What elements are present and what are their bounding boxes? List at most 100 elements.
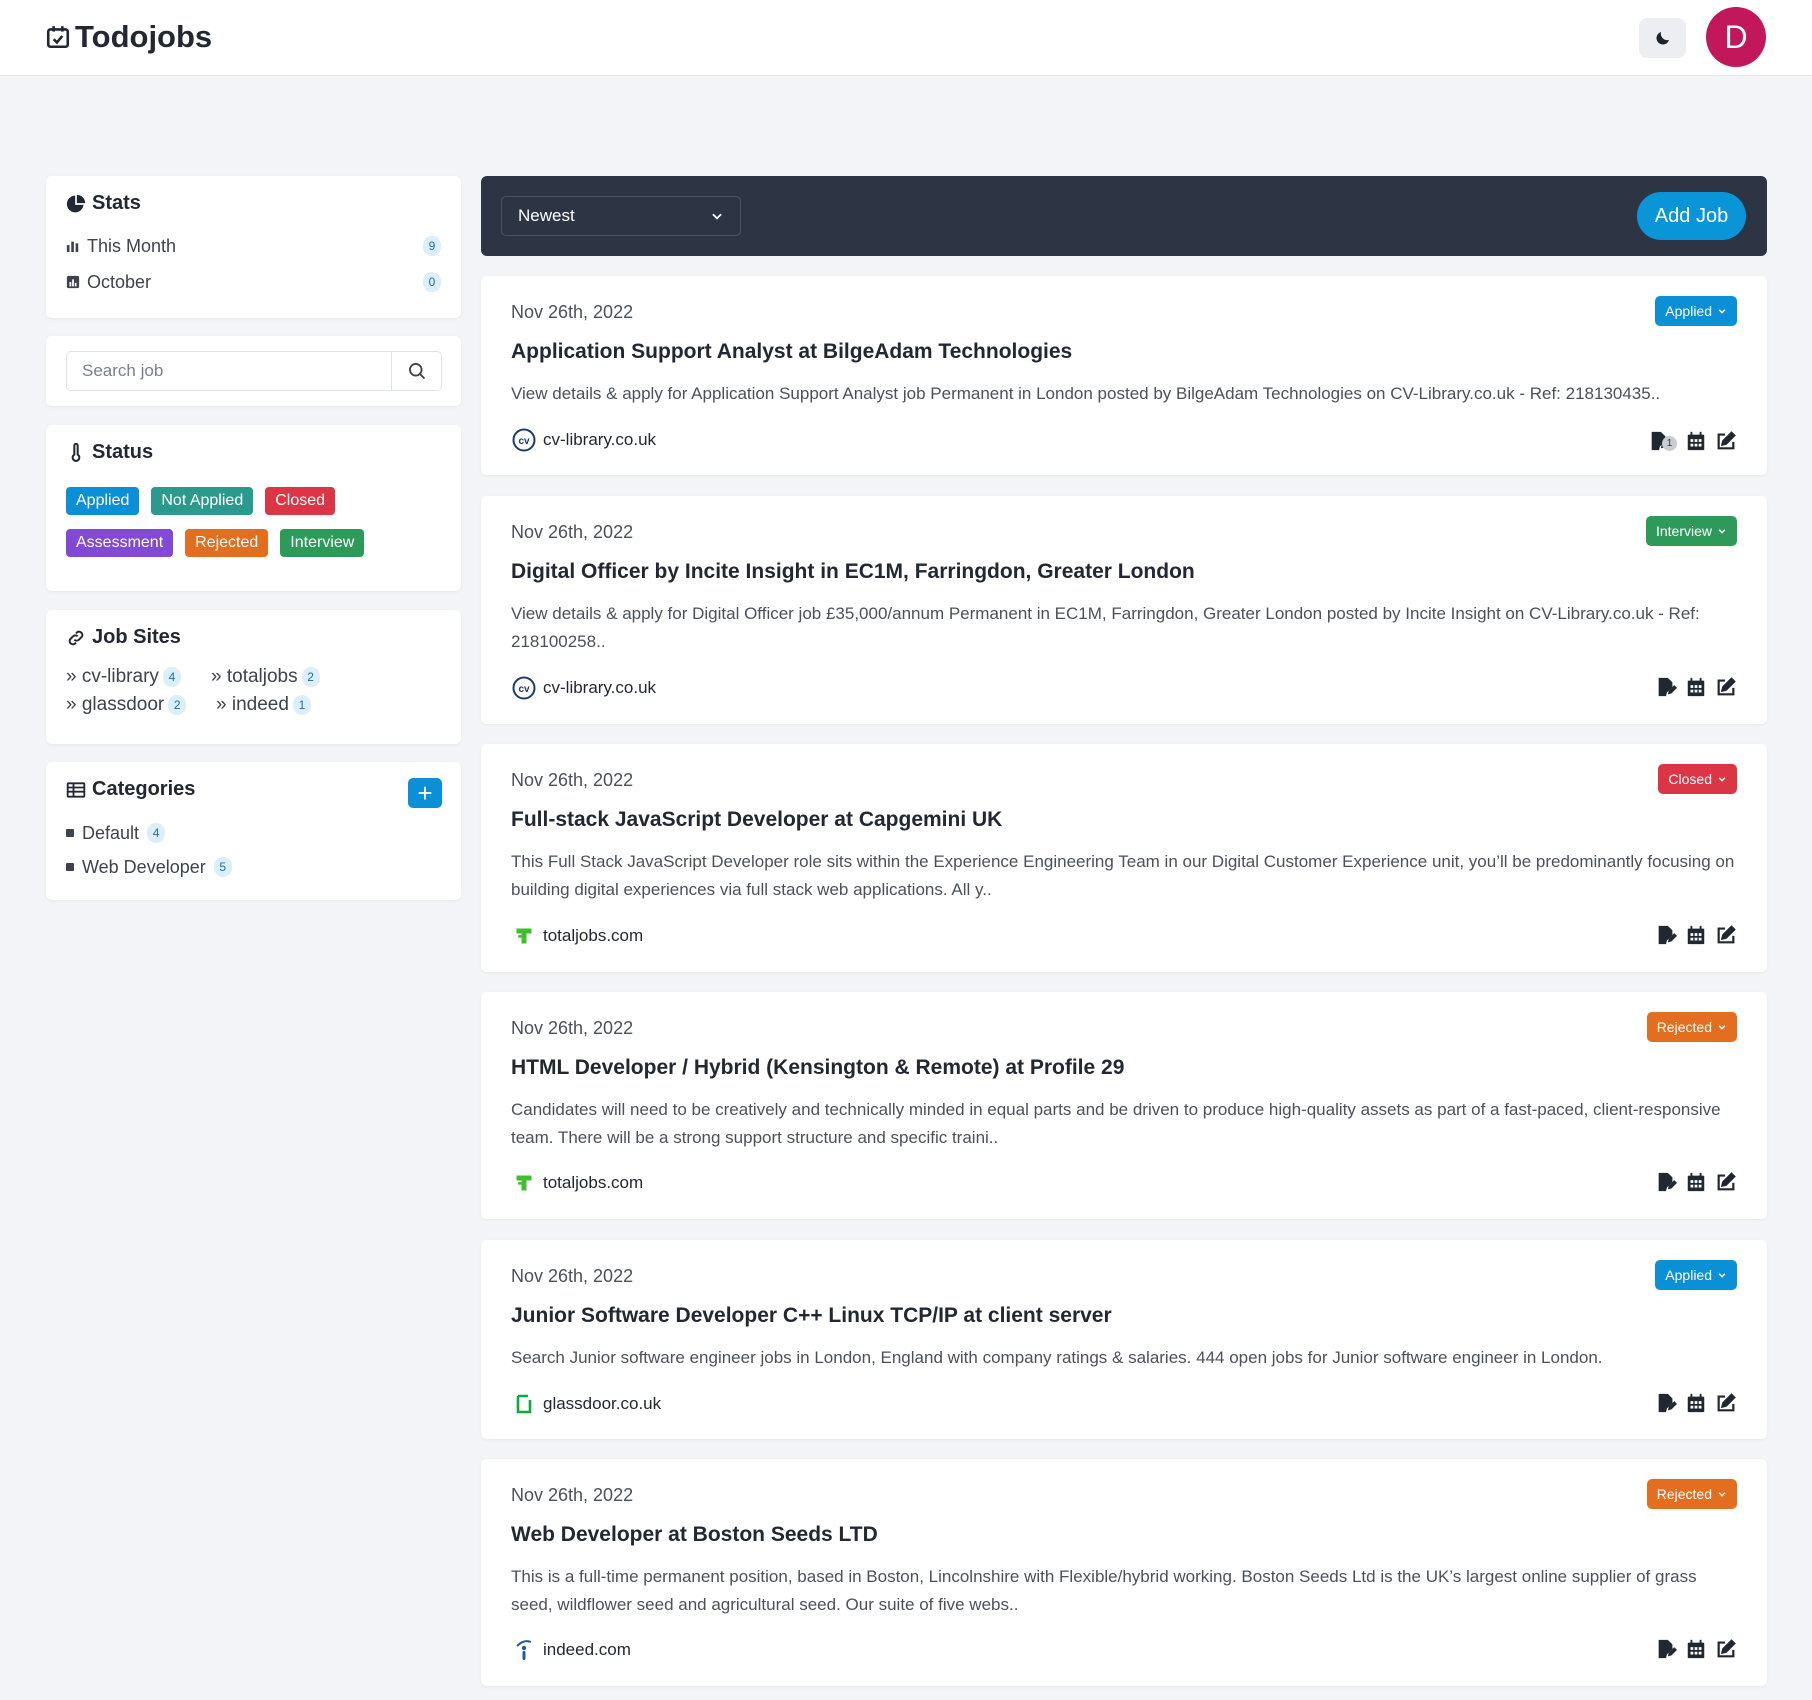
job-card: Nov 26th, 2022 Applied Junior Software D… [481, 1240, 1767, 1439]
job-status-dropdown[interactable]: Applied [1655, 296, 1737, 326]
indeed-icon [511, 1637, 537, 1663]
job-site-link[interactable]: totaljobs.com [511, 923, 643, 949]
chevron-down-icon [1718, 309, 1726, 314]
status-tag-interview[interactable]: Interview [280, 529, 365, 557]
file-edit-icon[interactable] [1655, 676, 1677, 698]
square-bullet-icon [66, 863, 74, 871]
edit-icon[interactable] [1715, 1638, 1737, 1660]
job-date: Nov 26th, 2022 [511, 770, 634, 790]
status-tag-rejected[interactable]: Rejected [185, 529, 269, 557]
chevron-down-icon [1718, 529, 1726, 534]
calendar-icon[interactable] [1685, 1392, 1707, 1414]
stats-card: Stats This Month 9 October 0 [46, 176, 461, 318]
count-badge: 2 [168, 695, 187, 715]
calendar-icon[interactable] [1685, 430, 1707, 452]
job-status-dropdown[interactable]: Closed [1658, 764, 1737, 794]
glassdoor-icon [511, 1391, 537, 1417]
job-card: Nov 26th, 2022 Interview Digital Officer… [481, 496, 1767, 724]
job-status-dropdown[interactable]: Interview [1645, 516, 1737, 546]
stat-october[interactable]: October 0 [66, 264, 441, 300]
jobs-toolbar: Newest Add Job [481, 176, 1767, 256]
stats-title: Stats [66, 192, 141, 215]
count-badge: 2 [301, 667, 320, 687]
svg-text:cv: cv [518, 436, 530, 447]
job-date: Nov 26th, 2022 [511, 302, 634, 322]
job-site-link[interactable]: totaljobs.com [511, 1170, 643, 1196]
file-edit-icon[interactable] [1655, 1392, 1677, 1414]
square-bullet-icon [66, 829, 74, 837]
theme-toggle-button[interactable] [1639, 18, 1686, 58]
edit-icon[interactable] [1715, 1392, 1737, 1414]
category-item-web-developer[interactable]: Web Developer 5 [66, 850, 232, 884]
job-site-link[interactable]: glassdoor.co.uk [511, 1391, 661, 1417]
job-site-link[interactable]: indeed.com [511, 1637, 631, 1663]
job-actions [1655, 676, 1737, 698]
notes-count-badge: 1 [1662, 435, 1677, 451]
add-job-button[interactable]: Add Job [1637, 192, 1746, 240]
job-date: Nov 26th, 2022 [511, 1485, 634, 1505]
status-tag-assessment[interactable]: Assessment [66, 529, 174, 557]
count-badge: 4 [162, 667, 181, 687]
edit-icon[interactable] [1715, 676, 1737, 698]
job-card: Nov 26th, 2022 Applied Application Suppo… [481, 276, 1767, 475]
job-title[interactable]: Junior Software Developer C++ Linux TCP/… [511, 1304, 1112, 1328]
site-link-cv-library[interactable]: » cv-library 4 [66, 666, 211, 688]
search-input[interactable] [67, 352, 391, 390]
pie-chart-icon [66, 194, 86, 212]
job-title[interactable]: HTML Developer / Hybrid (Kensington & Re… [511, 1056, 1124, 1080]
site-link-glassdoor[interactable]: » glassdoor 2 [66, 694, 211, 716]
cv-library-icon: cv [511, 675, 537, 701]
status-tag-closed[interactable]: Closed [265, 487, 336, 515]
site-link-totaljobs[interactable]: » totaljobs 2 [211, 666, 361, 688]
calendar-icon[interactable] [1685, 1171, 1707, 1193]
sort-select[interactable]: Newest [501, 196, 741, 236]
status-tag-applied[interactable]: Applied [66, 487, 140, 515]
cv-library-icon: cv [511, 427, 537, 453]
top-navbar: Todojobs D [0, 0, 1812, 76]
job-date: Nov 26th, 2022 [511, 522, 634, 542]
status-tag-not-applied[interactable]: Not Applied [151, 487, 254, 515]
job-description: This Full Stack JavaScript Developer rol… [511, 852, 1735, 899]
app-title: Todojobs [75, 19, 213, 54]
count-badge: 5 [213, 857, 232, 877]
stat-this-month[interactable]: This Month 9 [66, 228, 441, 264]
add-category-button[interactable]: + [408, 778, 442, 808]
calendar-icon[interactable] [1685, 924, 1707, 946]
category-item-default[interactable]: Default 4 [66, 816, 232, 850]
search-button[interactable] [391, 352, 441, 390]
notes-button[interactable]: 1 [1648, 430, 1677, 452]
job-status-dropdown[interactable]: Rejected [1646, 1479, 1737, 1509]
job-title[interactable]: Web Developer at Boston Seeds LTD [511, 1523, 878, 1547]
site-link-indeed[interactable]: » indeed 1 [211, 694, 361, 716]
job-title[interactable]: Digital Officer by Incite Insight in EC1… [511, 560, 1195, 584]
job-status-dropdown[interactable]: Rejected [1646, 1012, 1737, 1042]
search-card [46, 336, 461, 406]
edit-icon[interactable] [1715, 430, 1737, 452]
job-site-link[interactable]: cv cv-library.co.uk [511, 427, 656, 453]
status-card: Status Applied Not Applied Closed Assess… [46, 425, 461, 591]
count-badge: 0 [423, 272, 441, 292]
file-edit-icon[interactable] [1655, 924, 1677, 946]
job-site-link[interactable]: cv cv-library.co.uk [511, 675, 656, 701]
file-edit-icon[interactable] [1655, 1638, 1677, 1660]
brand-logo[interactable]: Todojobs [45, 17, 212, 57]
job-description: View details & apply for Application Sup… [511, 384, 1661, 403]
calendar-icon[interactable] [1685, 676, 1707, 698]
job-status-dropdown[interactable]: Applied [1655, 1260, 1737, 1290]
file-edit-icon[interactable] [1655, 1171, 1677, 1193]
job-card: Nov 26th, 2022 Rejected Web Developer at… [481, 1459, 1767, 1686]
calendar-icon[interactable] [1685, 1638, 1707, 1660]
job-sites-list: » cv-library 4 » totaljobs 2 » glassdoor… [66, 666, 361, 716]
job-title[interactable]: Full-stack JavaScript Developer at Capge… [511, 808, 1002, 832]
status-tag-list: Applied Not Applied Closed Assessment Re… [66, 487, 386, 557]
search-box [66, 351, 442, 391]
chevron-down-icon [1718, 1492, 1726, 1497]
job-description: This is a full-time permanent position, … [511, 1567, 1697, 1614]
edit-icon[interactable] [1715, 924, 1737, 946]
job-title[interactable]: Application Support Analyst at BilgeAdam… [511, 340, 1072, 364]
user-avatar[interactable]: D [1706, 7, 1766, 67]
link-icon [68, 630, 84, 645]
search-icon [408, 363, 425, 380]
job-date: Nov 26th, 2022 [511, 1266, 634, 1286]
edit-icon[interactable] [1715, 1171, 1737, 1193]
